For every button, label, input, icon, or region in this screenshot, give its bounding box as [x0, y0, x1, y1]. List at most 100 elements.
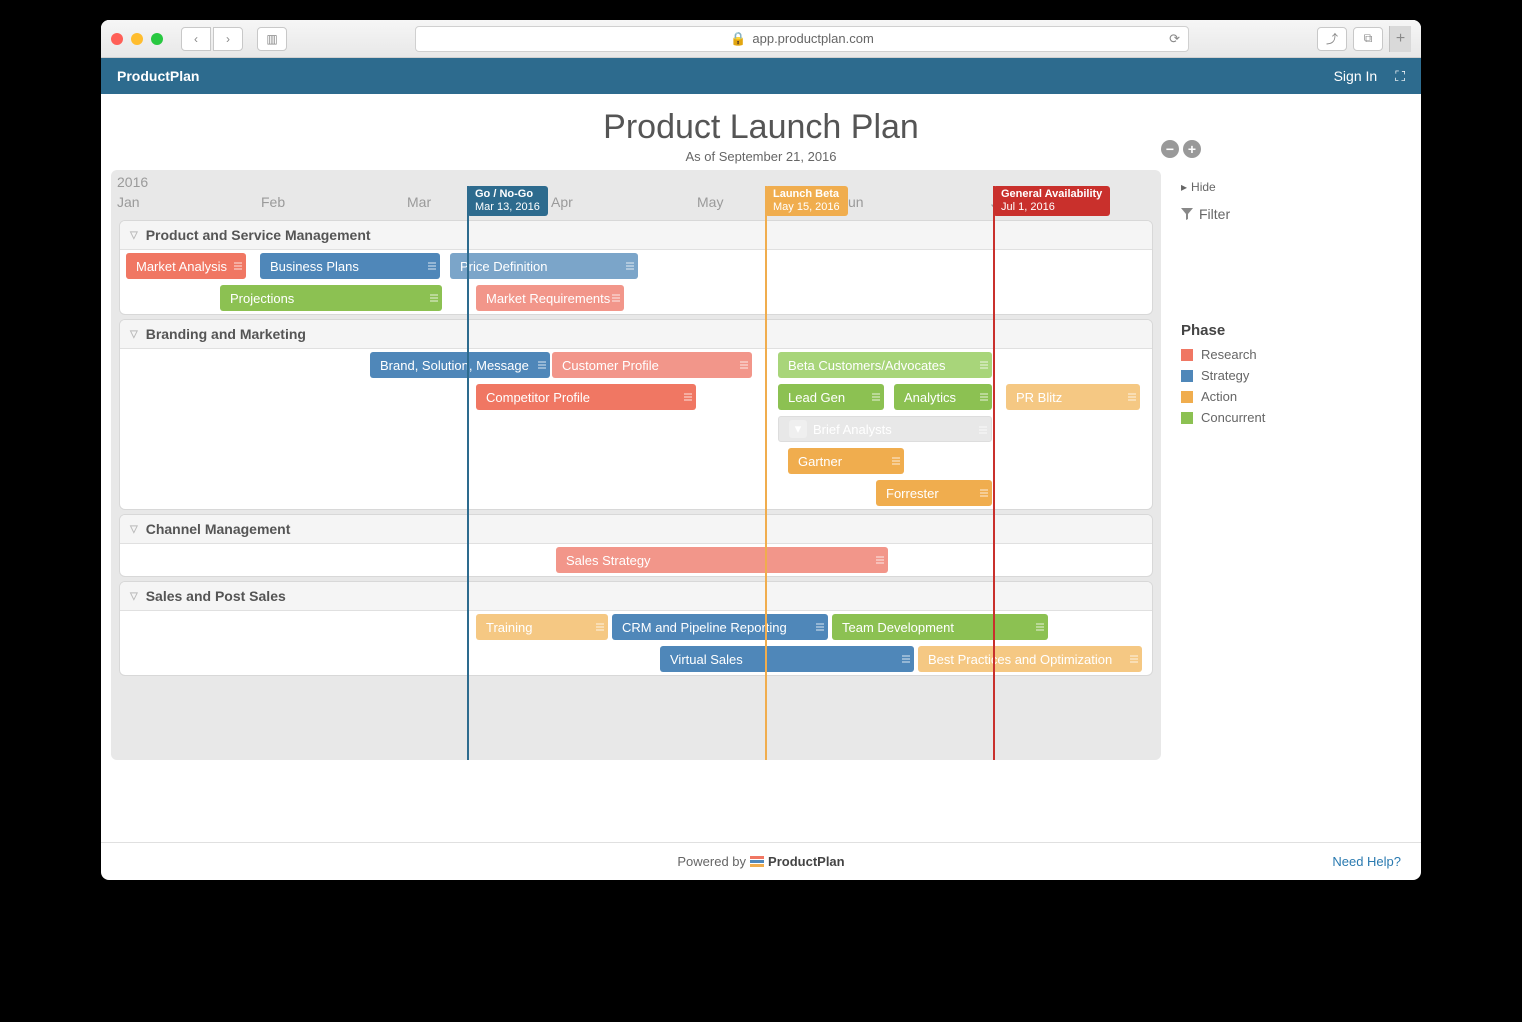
lane-header[interactable]: ▽Sales and Post Sales	[120, 582, 1152, 611]
zoom-in-button[interactable]: +	[1183, 140, 1201, 158]
milestone-flag[interactable]: Go / No-GoMar 13, 2016	[467, 186, 548, 216]
lock-icon: 🔒	[730, 31, 746, 47]
timeline: 2016 JanFebMarAprMayJunJulGo / No-GoMar …	[111, 170, 1161, 760]
drag-handle-icon[interactable]	[428, 262, 436, 270]
drag-handle-icon[interactable]	[980, 393, 988, 401]
drag-handle-icon[interactable]	[612, 294, 620, 302]
timeline-bar[interactable]: Team Development	[832, 614, 1048, 640]
drag-handle-icon[interactable]	[816, 623, 824, 631]
chevron-down-icon: ▽	[130, 524, 138, 535]
chevron-down-icon: ▽	[130, 591, 138, 602]
sidebar-toggle-button[interactable]: ▥	[257, 27, 287, 51]
lane-group: ▽Branding and Marketing Brand, Solution, …	[119, 319, 1153, 510]
forward-button[interactable]: ›	[213, 27, 243, 51]
timeline-bar[interactable]: Beta Customers/Advocates	[778, 352, 992, 378]
timeline-bar[interactable]: Forrester	[876, 480, 992, 506]
app-brand: ProductPlan	[117, 68, 199, 84]
legend-item[interactable]: Concurrent	[1181, 410, 1341, 425]
timeline-bar[interactable]: Projections	[220, 285, 442, 311]
timeline-bar[interactable]: Price Definition	[450, 253, 638, 279]
lane-group: ▽Product and Service Management Market An…	[119, 220, 1153, 315]
app-bar: ProductPlan Sign In ⛶	[101, 58, 1421, 94]
legend-swatch	[1181, 391, 1193, 403]
drag-handle-icon[interactable]	[430, 294, 438, 302]
drag-handle-icon[interactable]	[740, 361, 748, 369]
reload-icon[interactable]: ⟳	[1169, 31, 1180, 47]
timeline-bar[interactable]: Market Analysis	[126, 253, 246, 279]
page-subtitle: As of September 21, 2016	[101, 149, 1421, 164]
url-text: app.productplan.com	[752, 31, 873, 46]
drag-handle-icon[interactable]	[1128, 393, 1136, 401]
timeline-bar[interactable]: Lead Gen	[778, 384, 884, 410]
month-label: Jan	[117, 194, 140, 210]
milestone-line	[765, 186, 767, 760]
help-link[interactable]: Need Help?	[1332, 854, 1401, 869]
drag-handle-icon[interactable]	[979, 426, 987, 434]
timeline-bar[interactable]: PR Blitz	[1006, 384, 1140, 410]
close-window-button[interactable]	[111, 33, 123, 45]
year-label: 2016	[117, 174, 148, 190]
page-header: Product Launch Plan As of September 21, …	[101, 94, 1421, 170]
legend-swatch	[1181, 412, 1193, 424]
footer-brand: ProductPlan	[768, 854, 845, 869]
timeline-bar[interactable]: Gartner	[788, 448, 904, 474]
drag-handle-icon[interactable]	[538, 361, 546, 369]
month-label: Apr	[551, 194, 573, 210]
drag-handle-icon[interactable]	[626, 262, 634, 270]
drag-handle-icon[interactable]	[1036, 623, 1044, 631]
lane-header[interactable]: ▽Channel Management	[120, 515, 1152, 544]
timeline-bar[interactable]: Training	[476, 614, 608, 640]
milestone-line	[467, 186, 469, 760]
chevron-down-icon[interactable]: ▾	[789, 420, 807, 438]
drag-handle-icon[interactable]	[902, 655, 910, 663]
legend-swatch	[1181, 349, 1193, 361]
drag-handle-icon[interactable]	[876, 556, 884, 564]
sign-in-link[interactable]: Sign In	[1334, 68, 1378, 84]
url-bar[interactable]: 🔒 app.productplan.com ⟳	[415, 26, 1189, 52]
drag-handle-icon[interactable]	[684, 393, 692, 401]
lane-group: ▽Sales and Post Sales TrainingCRM and Pip…	[119, 581, 1153, 676]
hide-button[interactable]: ▸ Hide	[1181, 180, 1341, 194]
lane-header[interactable]: ▽Branding and Marketing	[120, 320, 1152, 349]
timeline-header: 2016 JanFebMarAprMayJunJulGo / No-GoMar …	[111, 170, 1161, 216]
maximize-window-button[interactable]	[151, 33, 163, 45]
drag-handle-icon[interactable]	[872, 393, 880, 401]
new-tab-button[interactable]: +	[1389, 26, 1411, 52]
legend-item[interactable]: Action	[1181, 389, 1341, 404]
page-title: Product Launch Plan	[101, 108, 1421, 147]
drag-handle-icon[interactable]	[234, 262, 242, 270]
drag-handle-icon[interactable]	[892, 457, 900, 465]
legend-title: Phase	[1181, 322, 1341, 339]
back-button[interactable]: ‹	[181, 27, 211, 51]
timeline-bar[interactable]: Best Practices and Optimization	[918, 646, 1142, 672]
timeline-bar[interactable]: Competitor Profile	[476, 384, 696, 410]
drag-handle-icon[interactable]	[1130, 655, 1138, 663]
lane-header[interactable]: ▽Product and Service Management	[120, 221, 1152, 250]
milestone-flag[interactable]: Launch BetaMay 15, 2016	[765, 186, 848, 216]
drag-handle-icon[interactable]	[980, 361, 988, 369]
milestone-line	[993, 186, 995, 760]
legend-item[interactable]: Research	[1181, 347, 1341, 362]
timeline-bar[interactable]: CRM and Pipeline Reporting	[612, 614, 828, 640]
timeline-bar[interactable]: Brand, Solution, Message	[370, 352, 550, 378]
milestone-flag[interactable]: General AvailabilityJul 1, 2016	[993, 186, 1110, 216]
timeline-bar[interactable]: Market Requirements	[476, 285, 624, 311]
month-label: Feb	[261, 194, 285, 210]
tabs-button[interactable]: ⧉	[1353, 27, 1383, 51]
timeline-bar[interactable]: Customer Profile	[552, 352, 752, 378]
drag-handle-icon[interactable]	[596, 623, 604, 631]
timeline-bar[interactable]: Sales Strategy	[556, 547, 888, 573]
filter-button[interactable]: Filter	[1181, 206, 1341, 222]
month-label: May	[697, 194, 723, 210]
minimize-window-button[interactable]	[131, 33, 143, 45]
share-button[interactable]: ⤴	[1317, 27, 1347, 51]
timeline-bar[interactable]: ▾Brief Analysts	[778, 416, 992, 442]
right-sidebar: ▸ Hide Filter Phase Research Strategy Acti…	[1161, 170, 1361, 842]
legend-item[interactable]: Strategy	[1181, 368, 1341, 383]
timeline-bar[interactable]: Virtual Sales	[660, 646, 914, 672]
drag-handle-icon[interactable]	[980, 489, 988, 497]
timeline-bar[interactable]: Business Plans	[260, 253, 440, 279]
fullscreen-icon[interactable]: ⛶	[1395, 68, 1405, 85]
timeline-bar[interactable]: Analytics	[894, 384, 992, 410]
zoom-out-button[interactable]: −	[1161, 140, 1179, 158]
